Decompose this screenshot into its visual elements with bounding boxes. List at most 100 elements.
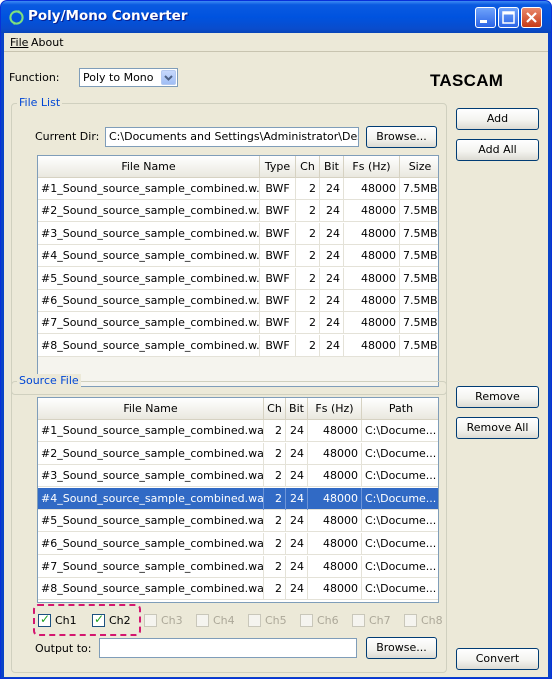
maximize-button[interactable] — [498, 7, 519, 28]
channel-checkbox-4: Ch4 — [196, 613, 244, 629]
table-row[interactable]: #6_Sound_source_sample_combined.wav 2 24 48… — [38, 533, 438, 555]
add-button[interactable]: Add — [456, 108, 539, 130]
column-header[interactable]: Fs (Hz) — [344, 156, 400, 178]
dropdown-arrow-button[interactable] — [161, 70, 176, 85]
chevron-down-icon — [164, 75, 173, 81]
function-label: Function: — [9, 71, 60, 84]
table-row[interactable]: #7_Sound_source_sample_combined.w... BWF 2… — [38, 312, 438, 335]
table-row[interactable]: #8_Sound_source_sample_combined.w... BWF 2… — [38, 334, 438, 357]
table-cell: 48000 — [344, 178, 400, 200]
table-row-selected[interactable]: #4_Sound_source_sample_combined.wav 2 24 48… — [38, 487, 438, 510]
table-cell: 48000 — [308, 487, 362, 510]
table-cell: #3_Sound_source_sample_combined.wav — [38, 465, 264, 488]
table-cell: C:\Docume... — [362, 533, 438, 555]
table-cell: 48000 — [308, 442, 362, 465]
table-cell: BWF — [260, 312, 296, 335]
table-row[interactable]: #7_Sound_source_sample_combined.wav 2 24 48… — [38, 555, 438, 578]
maximize-icon — [502, 11, 515, 24]
table-cell: 2 — [264, 533, 286, 555]
function-select[interactable]: Poly to Mono — [79, 68, 178, 87]
output-field[interactable] — [99, 638, 357, 658]
column-header[interactable]: Ch — [296, 156, 320, 178]
table-cell: #7_Sound_source_sample_combined.wav — [38, 555, 264, 578]
table-cell: 24 — [286, 420, 308, 442]
table-cell: BWF — [260, 200, 296, 223]
app-window: Poly/Mono Converter File About Function:… — [0, 0, 552, 679]
table-row[interactable]: #5_Sound_source_sample_combined.wav 2 24 48… — [38, 510, 438, 533]
table-cell: 2 — [264, 442, 286, 465]
table-cell: 48000 — [344, 334, 400, 357]
table-cell: C:\Docume... — [362, 556, 438, 578]
table-cell: 7.5MB — [400, 290, 438, 312]
table-cell: 24 — [286, 442, 308, 465]
close-icon — [526, 12, 537, 23]
table-row[interactable]: #1_Sound_source_sample_combined.wav 2 24 48… — [38, 420, 438, 442]
table-cell: 7.5MB — [400, 178, 438, 200]
table-cell: 7.5MB — [400, 335, 438, 357]
table-cell: C:\Docume... — [362, 443, 438, 465]
checkbox-label: Ch5 — [265, 614, 287, 627]
table-cell: 48000 — [344, 267, 400, 290]
column-header[interactable]: Bit — [286, 398, 308, 420]
table-cell: #7_Sound_source_sample_combined.w... — [38, 312, 260, 335]
table-row[interactable]: #2_Sound_source_sample_combined.wav 2 24 48… — [38, 442, 438, 465]
column-header[interactable]: Path — [362, 398, 438, 420]
convert-button[interactable]: Convert — [456, 648, 539, 670]
title-bar[interactable]: Poly/Mono Converter — [1, 1, 551, 33]
column-header[interactable]: Fs (Hz) — [308, 398, 362, 420]
minimize-button[interactable] — [475, 7, 496, 28]
table-cell: C:\Docume... — [362, 465, 438, 487]
file-list-browse-button[interactable]: Browse... — [366, 126, 437, 148]
checkbox-box — [300, 614, 313, 627]
close-button[interactable] — [521, 7, 542, 28]
checkbox-label: Ch4 — [213, 614, 235, 627]
menu-about[interactable]: About — [31, 36, 64, 49]
menu-file[interactable]: File — [10, 36, 28, 49]
table-cell: 2 — [264, 555, 286, 578]
table-row[interactable]: #6_Sound_source_sample_combined.w... BWF 2… — [38, 290, 438, 312]
checkbox-box — [404, 614, 417, 627]
table-cell: 48000 — [344, 200, 400, 223]
remove-button[interactable]: Remove — [456, 386, 539, 408]
table-cell: 2 — [264, 578, 286, 601]
table-cell: 48000 — [344, 222, 400, 245]
table-cell: #6_Sound_source_sample_combined.wav — [38, 533, 264, 555]
column-header[interactable]: File Name — [38, 156, 260, 178]
table-cell: 2 — [264, 420, 286, 442]
table-cell: #1_Sound_source_sample_combined.w... — [38, 178, 260, 200]
table-row[interactable]: #4_Sound_source_sample_combined.w... BWF 2… — [38, 245, 438, 268]
table-cell: 48000 — [344, 245, 400, 268]
column-header[interactable]: Size — [400, 156, 438, 178]
table-row[interactable]: #8_Sound_source_sample_combined.wav 2 24 48… — [38, 578, 438, 601]
table-row[interactable]: #3_Sound_source_sample_combined.wav 2 24 48… — [38, 465, 438, 488]
file-list-header: File Name Type Ch Bit Fs (Hz) Size — [38, 156, 438, 178]
checkbox-box — [352, 614, 365, 627]
column-header[interactable]: Bit — [320, 156, 344, 178]
current-dir-field[interactable]: C:\Documents and Settings\Administrator\… — [105, 127, 359, 147]
checkbox-box — [196, 614, 209, 627]
table-cell: 24 — [320, 178, 344, 200]
table-row[interactable]: #2_Sound_source_sample_combined.w... BWF 2… — [38, 200, 438, 223]
table-cell: 2 — [296, 334, 320, 357]
column-header[interactable]: File Name — [38, 398, 264, 420]
table-cell: C:\Docume... — [362, 420, 438, 442]
table-row[interactable]: #3_Sound_source_sample_combined.w... BWF 2… — [38, 222, 438, 245]
table-cell: 24 — [286, 533, 308, 555]
remove-all-button[interactable]: Remove All — [456, 417, 539, 439]
file-list-table[interactable]: File Name Type Ch Bit Fs (Hz) Size #1_So… — [37, 155, 439, 387]
output-browse-button[interactable]: Browse... — [366, 637, 437, 659]
table-row[interactable]: #5_Sound_source_sample_combined.w... BWF 2… — [38, 267, 438, 290]
column-header[interactable]: Ch — [264, 398, 286, 420]
column-header[interactable]: Type — [260, 156, 296, 178]
table-cell: 48000 — [308, 465, 362, 488]
checkbox-label: Ch6 — [317, 614, 339, 627]
add-all-button[interactable]: Add All — [456, 139, 539, 161]
table-cell: #5_Sound_source_sample_combined.w... — [38, 267, 260, 290]
table-cell: 24 — [286, 465, 308, 488]
window-title: Poly/Mono Converter — [28, 8, 188, 24]
file-list-title: File List — [17, 96, 63, 109]
table-cell: 24 — [286, 555, 308, 578]
table-cell: BWF — [260, 334, 296, 357]
source-file-table[interactable]: File Name Ch Bit Fs (Hz) Path #1_Sound_s… — [37, 397, 439, 603]
table-row[interactable]: #1_Sound_source_sample_combined.w... BWF 2… — [38, 178, 438, 200]
